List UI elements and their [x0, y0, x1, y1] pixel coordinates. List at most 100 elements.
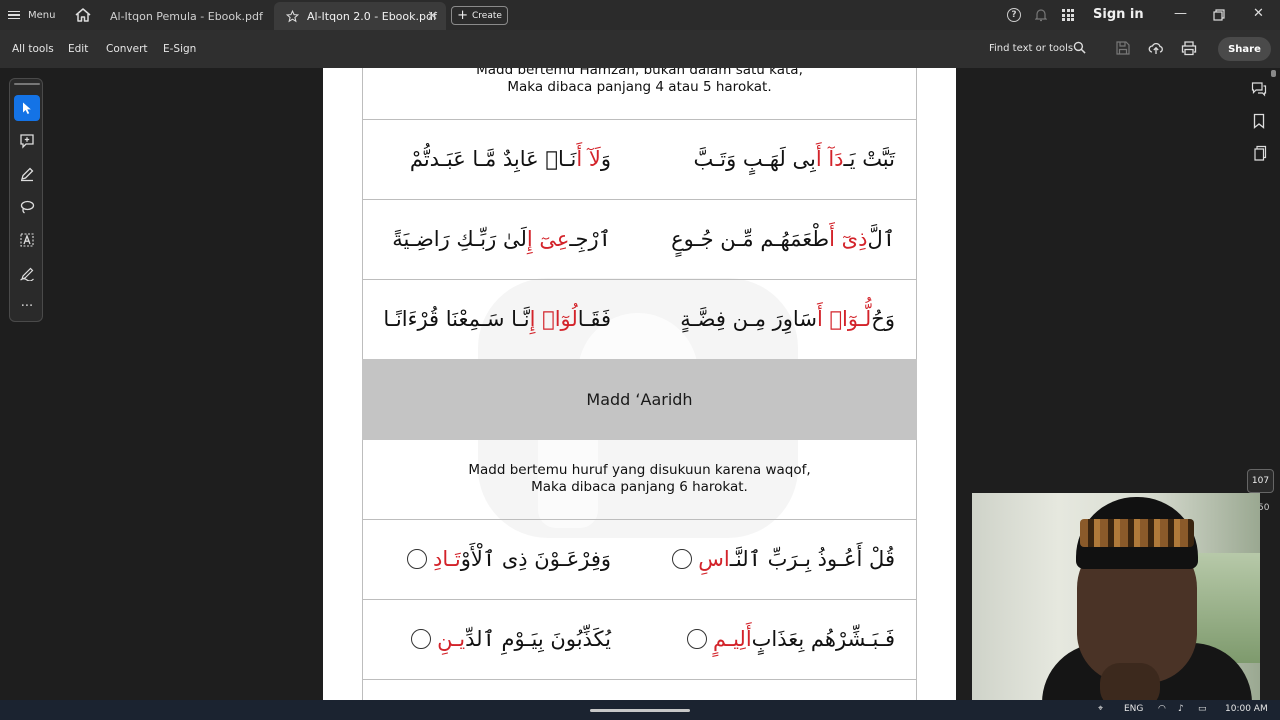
verse-text: ٱلَّ — [867, 227, 895, 251]
create-button[interactable]: + Create — [451, 6, 508, 25]
webcam-overlay — [972, 493, 1260, 709]
verse-text: نَّـا سَـمِعْنَا قُرْءَانًـا — [383, 307, 530, 331]
convert-link[interactable]: Convert — [106, 43, 148, 55]
toolbar: All tools Edit Convert E-Sign Find text … — [0, 30, 1280, 68]
arabic-example-row: تَبَّتْ يَـ دَآ أَ بِى لَهَـبٍ وَتَـبَّ وَ… — [362, 119, 917, 199]
home-icon[interactable] — [74, 6, 92, 24]
arabic-example: فَـبَـشِّرْهُم بِعَذَابٍ أَلِيـمٍ — [686, 599, 895, 679]
verse-text: فَـبَـشِّرْهُم بِعَذَابٍ — [751, 627, 895, 651]
print-icon[interactable] — [1181, 40, 1197, 56]
description-line: Maka dibaca panjang 4 atau 5 harokat. — [507, 79, 772, 95]
verse-text: وَ — [600, 147, 611, 171]
restore-icon[interactable] — [1213, 9, 1225, 21]
arabic-example: يُكَذِّبُونَ بِيَـوْمِ ٱلدِّ يـنِ — [411, 599, 611, 679]
verse-text: نَـا۠ عَابِدٌ مَّـا عَبَـدتُّمْ — [409, 147, 577, 171]
arabic-example: فَقَـا لُوٓا۟ إِ نَّـا سَـمِعْنَا قُرْءَان… — [383, 279, 611, 359]
verse-text: ٱرْجِـ — [569, 227, 611, 251]
description-line: Maka dibaca panjang 6 harokat. — [531, 479, 748, 495]
close-window-icon[interactable]: ✕ — [1253, 6, 1264, 21]
waqf-stop-icon — [672, 549, 693, 569]
section-heading: Madd ‘Aaridh — [362, 359, 917, 440]
verse-text: تَبَّتْ يَـ — [843, 147, 895, 171]
share-button[interactable]: Share — [1218, 37, 1271, 61]
arabic-example: تَبَّتْ يَـ دَآ أَ بِى لَهَـبٍ وَتَـبَّ — [694, 119, 896, 199]
verse-text: بِى لَهَـبٍ وَتَـبَّ — [693, 147, 816, 171]
webcam-cap-pattern — [1080, 519, 1194, 547]
bookmark-icon[interactable] — [1251, 113, 1267, 129]
taskbar: ⌖ ENG ◠ ♪ ▭ 10:00 AM — [0, 700, 1280, 720]
language-indicator[interactable]: ENG — [1124, 704, 1143, 714]
scrollbar-thumb[interactable] — [1271, 70, 1276, 77]
tajwid-highlight: تَـادِ — [432, 547, 461, 571]
add-comment-button[interactable] — [14, 128, 40, 154]
arabic-example: ٱلَّ ذِىٓ أَ طْعَمَهُـم مِّـن جُـوعٍ — [671, 199, 895, 279]
tab-label: Al-Itqon 2.0 - Ebook.pdf — [307, 9, 437, 23]
star-icon[interactable] — [286, 9, 299, 23]
arabic-example: وَ لَآ أَ نَـا۠ عَابِدٌ مَّـا عَبَـدتُّمْ — [410, 119, 611, 199]
madd-jaiz-description: Madd bertemu Hamzah, bukan dalam satu ka… — [362, 68, 917, 96]
description-line: Madd bertemu huruf yang disukuun karena … — [468, 462, 811, 478]
arabic-example-row: قُلْ أَعُـوذُ بِـرَبِّ ٱلنَّـ اسِ وَفِرْع… — [362, 519, 917, 599]
more-tools-icon[interactable]: ··· — [14, 293, 40, 319]
plus-icon: + — [457, 8, 468, 23]
save-icon[interactable] — [1115, 40, 1131, 56]
arabic-example: وَحُ لُّـوٓا۟ أَ سَاوِرَ مِـن فِضَّـةٍ — [680, 279, 895, 359]
sign-in-button[interactable]: Sign in — [1093, 7, 1144, 22]
esign-link[interactable]: E-Sign — [163, 43, 196, 55]
clock[interactable]: 10:00 AM — [1225, 704, 1268, 714]
menu-button[interactable]: Menu — [8, 6, 55, 24]
taskbar-handle[interactable] — [590, 709, 690, 712]
tajwid-highlight: لُّـوٓا۟ أَ — [816, 307, 872, 331]
arabic-example-row: ٱلَّ ذِىٓ أَ طْعَمَهُـم مِّـن جُـوعٍ ٱرْجِ… — [362, 199, 917, 279]
draw-tool-button[interactable] — [14, 161, 40, 187]
verse-text: طْعَمَهُـم مِّـن جُـوعٍ — [671, 227, 830, 251]
all-tools-link[interactable]: All tools — [12, 43, 54, 55]
description-line: Madd bertemu Hamzah, bukan dalam satu ka… — [476, 68, 803, 78]
left-tool-rail: ··· — [9, 78, 43, 322]
comment-plus-icon — [20, 134, 34, 149]
apps-grid-icon[interactable] — [1062, 9, 1074, 21]
signature-pen-icon — [20, 267, 34, 281]
arabic-example: وَفِرْعَـوْنَ ذِى ٱلْأَوْ تَـادِ — [406, 519, 611, 599]
tajwid-highlight: ذِىٓ أَ — [829, 227, 868, 251]
menu-label: Menu — [28, 9, 56, 21]
lasso-tool-button[interactable] — [14, 194, 40, 220]
tajwid-highlight: اسِ — [698, 547, 730, 571]
tab-al-itqon-pemula[interactable]: Al-Itqon Pemula - Ebook.pdf — [98, 2, 270, 30]
rail-handle[interactable] — [14, 83, 40, 85]
edit-link[interactable]: Edit — [68, 43, 88, 55]
comments-panel-icon[interactable] — [1251, 81, 1267, 97]
tajwid-highlight: لُوٓا۟ إِ — [529, 307, 578, 331]
verse-text: فَقَـا — [577, 307, 611, 331]
arabic-example: قُلْ أَعُـوذُ بِـرَبِّ ٱلنَّـ اسِ — [672, 519, 895, 599]
help-icon[interactable]: ? — [1007, 8, 1021, 22]
verse-text: وَفِرْعَـوْنَ ذِى ٱلْأَوْ — [460, 547, 611, 571]
minimize-icon[interactable]: — — [1174, 6, 1187, 21]
title-bar: Menu Al-Itqon Pemula - Ebook.pdf Al-Itqo… — [0, 0, 1280, 30]
volume-icon[interactable]: ♪ — [1178, 704, 1184, 714]
verse-text: قُلْ أَعُـوذُ بِـرَبِّ ٱلنَّـ — [729, 547, 895, 571]
text-box-tool-button[interactable] — [14, 227, 40, 253]
tajwid-highlight: دَآ أَ — [815, 147, 844, 171]
battery-icon[interactable]: ▭ — [1198, 704, 1207, 714]
page-number-indicator[interactable]: 107 — [1247, 469, 1274, 493]
copy-pages-icon[interactable] — [1251, 145, 1267, 161]
verse-text: يُكَذِّبُونَ بِيَـوْمِ ٱلدِّ — [465, 627, 611, 651]
search-icon[interactable] — [1073, 41, 1086, 54]
pen-icon — [21, 167, 34, 182]
madd-aaridh-description: Madd bertemu huruf yang disukuun karena … — [362, 462, 917, 496]
find-text-or-tools[interactable]: Find text or tools — [989, 43, 1073, 54]
tab-al-itqon-2[interactable]: Al-Itqon 2.0 - Ebook.pdf ✕ — [274, 2, 446, 30]
hamburger-icon — [8, 10, 20, 20]
wifi-icon[interactable]: ◠ — [1158, 704, 1166, 714]
location-icon[interactable]: ⌖ — [1098, 704, 1103, 714]
tajwid-highlight: أَلِيـمٍ — [712, 627, 752, 651]
sign-tool-button[interactable] — [14, 260, 40, 286]
lasso-icon — [20, 200, 35, 214]
arabic-example-row: فَـبَـشِّرْهُم بِعَذَابٍ أَلِيـمٍ يُكَذِ… — [362, 599, 917, 679]
select-tool-button[interactable] — [14, 95, 40, 121]
bell-icon[interactable] — [1035, 8, 1047, 22]
waqf-stop-icon — [686, 629, 707, 649]
close-tab-icon[interactable]: ✕ — [427, 9, 438, 24]
cloud-upload-icon[interactable] — [1148, 40, 1164, 56]
